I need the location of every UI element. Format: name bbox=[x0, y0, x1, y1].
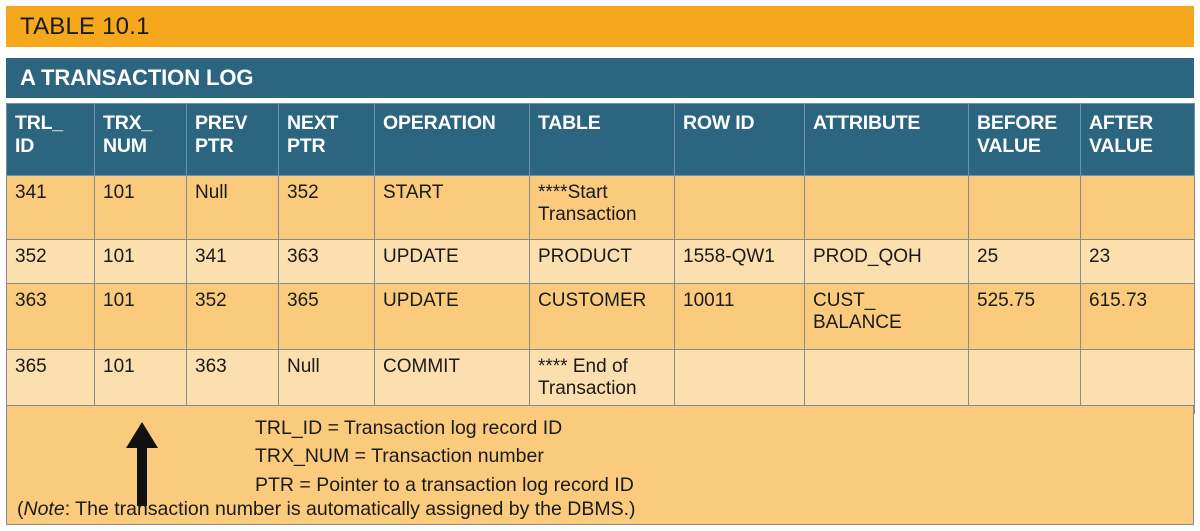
cell-table: ****Start Transaction bbox=[529, 175, 675, 240]
cell-after-value bbox=[1080, 175, 1195, 240]
cell-next-ptr: 365 bbox=[278, 283, 375, 350]
cell-attribute-line1: CUST_ bbox=[813, 290, 876, 311]
cell-prev-ptr: 363 bbox=[186, 349, 279, 414]
cell-next-ptr: 352 bbox=[278, 175, 375, 240]
column-header-attribute: ATTRIBUTE bbox=[804, 103, 969, 176]
column-header-row-id-line1: ROW ID bbox=[683, 112, 755, 134]
cell-table: CUSTOMER bbox=[529, 283, 675, 350]
column-header-trx-num-line2: NUM bbox=[103, 135, 147, 157]
column-header-before-value: BEFORE VALUE bbox=[968, 103, 1081, 176]
table-header-row: TRL_ ID TRX_ NUM PREV PTR NEXT PTR OPERA… bbox=[6, 103, 1195, 176]
cell-trl-id: 363 bbox=[6, 283, 95, 350]
cell-table-line1: CUSTOMER bbox=[538, 290, 647, 311]
table-number-bar: TABLE 10.1 bbox=[6, 6, 1194, 47]
column-header-prev-ptr-line1: PREV bbox=[195, 112, 248, 134]
cell-attribute: PROD_QOH bbox=[804, 239, 969, 284]
cell-trx-num: 101 bbox=[94, 175, 187, 240]
cell-table-line2: Transaction bbox=[538, 378, 637, 400]
table-title-label: A TRANSACTION LOG bbox=[20, 65, 254, 90]
cell-operation: UPDATE bbox=[374, 239, 530, 284]
column-header-after-value-line2: VALUE bbox=[1089, 135, 1153, 157]
footnote-note: (Note: The transaction number is automat… bbox=[17, 498, 636, 521]
legend-item-ptr: PTR = Pointer to a transaction log recor… bbox=[255, 473, 634, 496]
column-header-next-ptr-line1: NEXT bbox=[287, 112, 339, 134]
cell-trl-id: 352 bbox=[6, 239, 95, 284]
column-header-attribute-line1: ATTRIBUTE bbox=[813, 112, 921, 134]
cell-attribute-line1: PROD_QOH bbox=[813, 246, 922, 267]
column-header-prev-ptr: PREV PTR bbox=[186, 103, 279, 176]
cell-table-line1: PRODUCT bbox=[538, 246, 632, 267]
table-row: 341 101 Null 352 START ****Start Transac… bbox=[6, 175, 1195, 240]
cell-trx-num: 101 bbox=[94, 283, 187, 350]
cell-attribute bbox=[804, 349, 969, 414]
cell-table: **** End of Transaction bbox=[529, 349, 675, 414]
cell-after-value: 23 bbox=[1080, 239, 1195, 284]
cell-before-value: 25 bbox=[968, 239, 1081, 284]
column-header-trl-id: TRL_ ID bbox=[6, 103, 95, 176]
column-header-next-ptr-line2: PTR bbox=[287, 135, 326, 157]
cell-before-value bbox=[968, 349, 1081, 414]
cell-trl-id: 365 bbox=[6, 349, 95, 414]
cell-prev-ptr: Null bbox=[186, 175, 279, 240]
cell-before-value: 525.75 bbox=[968, 283, 1081, 350]
cell-row-id: 1558-QW1 bbox=[674, 239, 805, 284]
column-header-table-line1: TABLE bbox=[538, 112, 601, 134]
column-header-after-value: AFTER VALUE bbox=[1080, 103, 1195, 176]
cell-operation: START bbox=[374, 175, 530, 240]
cell-next-ptr: Null bbox=[278, 349, 375, 414]
note-label: Note bbox=[23, 498, 65, 520]
table-title-banner: A TRANSACTION LOG bbox=[6, 58, 1194, 98]
column-header-before-value-line1: BEFORE bbox=[977, 112, 1058, 134]
table-footnote-block: TRL_ID = Transaction log record ID TRX_N… bbox=[6, 405, 1194, 525]
column-header-trx-num-line1: TRX_ bbox=[103, 112, 153, 134]
column-header-table: TABLE bbox=[529, 103, 675, 176]
column-header-prev-ptr-line2: PTR bbox=[195, 135, 234, 157]
cell-after-value bbox=[1080, 349, 1195, 414]
cell-table-line1: **** End of bbox=[538, 356, 628, 377]
column-header-operation-line1: OPERATION bbox=[383, 112, 496, 134]
transaction-log-table-wrapper: TRL_ ID TRX_ NUM PREV PTR NEXT PTR OPERA… bbox=[6, 103, 1195, 414]
cell-prev-ptr: 352 bbox=[186, 283, 279, 350]
column-header-row-id: ROW ID bbox=[674, 103, 805, 176]
cell-attribute bbox=[804, 175, 969, 240]
note-body: : The transaction number is automaticall… bbox=[64, 498, 636, 520]
table-number-label: TABLE 10.1 bbox=[20, 12, 150, 40]
cell-after-value: 615.73 bbox=[1080, 283, 1195, 350]
cell-attribute: CUST_ BALANCE bbox=[804, 283, 969, 350]
cell-before-value bbox=[968, 175, 1081, 240]
column-header-trx-num: TRX_ NUM bbox=[94, 103, 187, 176]
cell-next-ptr: 363 bbox=[278, 239, 375, 284]
column-header-before-value-line2: VALUE bbox=[977, 135, 1041, 157]
table-row: 363 101 352 365 UPDATE CUSTOMER 10011 CU… bbox=[6, 283, 1195, 350]
table-row: 352 101 341 363 UPDATE PRODUCT 1558-QW1 … bbox=[6, 239, 1195, 284]
legend-list: TRL_ID = Transaction log record ID TRX_N… bbox=[7, 414, 1195, 499]
column-header-after-value-line1: AFTER bbox=[1089, 112, 1153, 134]
cell-operation: UPDATE bbox=[374, 283, 530, 350]
cell-table-line2: Transaction bbox=[538, 204, 637, 226]
transaction-log-table: TRL_ ID TRX_ NUM PREV PTR NEXT PTR OPERA… bbox=[6, 103, 1195, 414]
column-header-trl-id-line1: TRL_ bbox=[15, 112, 63, 134]
cell-operation: COMMIT bbox=[374, 349, 530, 414]
cell-row-id bbox=[674, 175, 805, 240]
cell-trx-num: 101 bbox=[94, 349, 187, 414]
cell-table: PRODUCT bbox=[529, 239, 675, 284]
cell-prev-ptr: 341 bbox=[186, 239, 279, 284]
column-header-trl-id-line2: ID bbox=[15, 135, 35, 157]
legend-item-trl-id: TRL_ID = Transaction log record ID bbox=[255, 417, 563, 439]
cell-table-line1: ****Start bbox=[538, 182, 608, 203]
cell-attribute-line2: BALANCE bbox=[813, 312, 902, 334]
legend-item-trx-num: TRX_NUM = Transaction number bbox=[255, 445, 544, 468]
cell-trx-num: 101 bbox=[94, 239, 187, 284]
cell-row-id: 10011 bbox=[674, 283, 805, 350]
table-figure: TABLE 10.1 A TRANSACTION LOG TRL_ ID TRX… bbox=[0, 0, 1200, 531]
cell-trl-id: 341 bbox=[6, 175, 95, 240]
table-row: 365 101 363 Null COMMIT **** End of Tran… bbox=[6, 349, 1195, 414]
column-header-next-ptr: NEXT PTR bbox=[278, 103, 375, 176]
column-header-operation: OPERATION bbox=[374, 103, 530, 176]
cell-row-id bbox=[674, 349, 805, 414]
